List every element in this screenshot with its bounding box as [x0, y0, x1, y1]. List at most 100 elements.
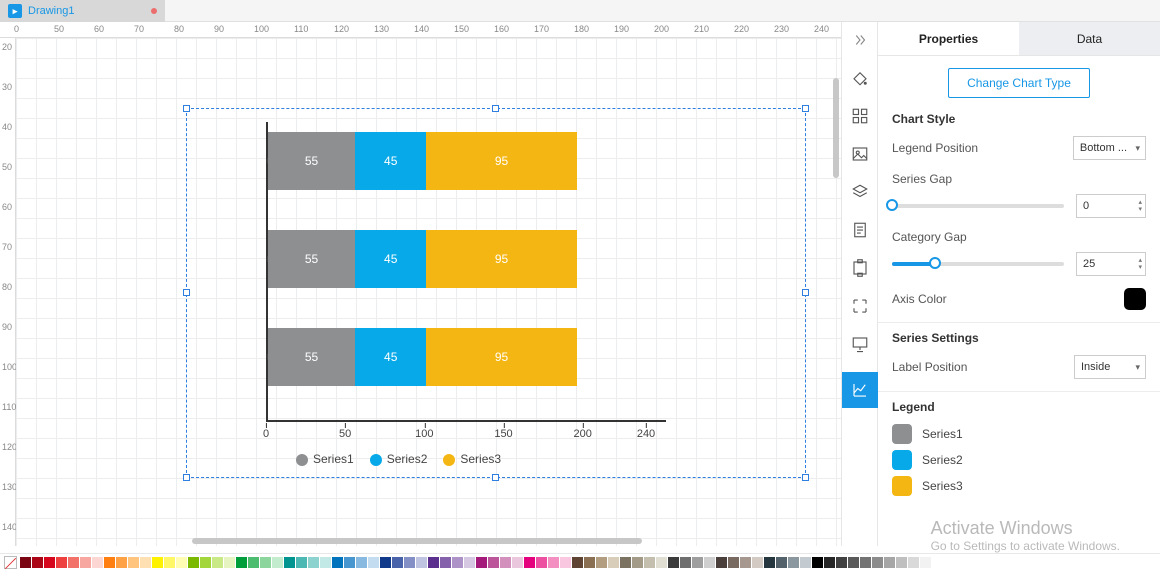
- palette-swatch[interactable]: [392, 557, 403, 568]
- canvas-grid[interactable]: Category3554595Category2554595Category15…: [16, 38, 841, 546]
- label-position-select[interactable]: Inside: [1074, 355, 1146, 379]
- palette-swatch[interactable]: [800, 557, 811, 568]
- palette-swatch[interactable]: [308, 557, 319, 568]
- palette-swatch[interactable]: [380, 557, 391, 568]
- category-gap-input[interactable]: 25: [1076, 252, 1146, 276]
- palette-swatch[interactable]: [896, 557, 907, 568]
- palette-swatch[interactable]: [848, 557, 859, 568]
- series-gap-input[interactable]: 0: [1076, 194, 1146, 218]
- palette-swatch[interactable]: [632, 557, 643, 568]
- palette-swatch[interactable]: [44, 557, 55, 568]
- resize-handle[interactable]: [802, 474, 809, 481]
- palette-swatch[interactable]: [656, 557, 667, 568]
- palette-swatch[interactable]: [188, 557, 199, 568]
- canvas-area[interactable]: 0506070809010011012013014015016017018019…: [0, 22, 842, 546]
- palette-swatch[interactable]: [248, 557, 259, 568]
- palette-swatch[interactable]: [440, 557, 451, 568]
- legend-series-item[interactable]: Series3: [892, 476, 1146, 496]
- palette-swatch[interactable]: [752, 557, 763, 568]
- palette-swatch[interactable]: [32, 557, 43, 568]
- palette-swatch[interactable]: [260, 557, 271, 568]
- palette-swatch[interactable]: [668, 557, 679, 568]
- horizontal-scrollbar[interactable]: [192, 538, 642, 544]
- palette-swatch[interactable]: [524, 557, 535, 568]
- palette-swatch[interactable]: [920, 557, 931, 568]
- palette-swatch[interactable]: [164, 557, 175, 568]
- palette-swatch[interactable]: [872, 557, 883, 568]
- palette-swatch[interactable]: [692, 557, 703, 568]
- palette-swatch[interactable]: [908, 557, 919, 568]
- palette-swatch[interactable]: [284, 557, 295, 568]
- legend-series-item[interactable]: Series1: [892, 424, 1146, 444]
- change-chart-type-button[interactable]: Change Chart Type: [948, 68, 1090, 98]
- palette-swatch[interactable]: [20, 557, 31, 568]
- focus-icon[interactable]: [850, 296, 870, 316]
- palette-swatch[interactable]: [344, 557, 355, 568]
- resize-handle[interactable]: [492, 474, 499, 481]
- palette-swatch[interactable]: [728, 557, 739, 568]
- resize-handle[interactable]: [183, 289, 190, 296]
- palette-swatch[interactable]: [884, 557, 895, 568]
- palette-swatch[interactable]: [716, 557, 727, 568]
- palette-swatch[interactable]: [224, 557, 235, 568]
- palette-swatch[interactable]: [836, 557, 847, 568]
- no-fill-swatch[interactable]: [4, 556, 17, 569]
- palette-swatch[interactable]: [560, 557, 571, 568]
- palette-swatch[interactable]: [92, 557, 103, 568]
- palette-swatch[interactable]: [500, 557, 511, 568]
- palette-swatch[interactable]: [704, 557, 715, 568]
- layers-icon[interactable]: [850, 182, 870, 202]
- palette-swatch[interactable]: [608, 557, 619, 568]
- palette-swatch[interactable]: [128, 557, 139, 568]
- palette-swatch[interactable]: [488, 557, 499, 568]
- resize-handle[interactable]: [802, 289, 809, 296]
- palette-swatch[interactable]: [152, 557, 163, 568]
- component-icon[interactable]: [850, 258, 870, 278]
- palette-swatch[interactable]: [464, 557, 475, 568]
- palette-swatch[interactable]: [452, 557, 463, 568]
- stacked-bar-chart[interactable]: Category3554595Category2554595Category15…: [266, 118, 736, 458]
- tab-data[interactable]: Data: [1019, 22, 1160, 55]
- palette-swatch[interactable]: [824, 557, 835, 568]
- palette-swatch[interactable]: [68, 557, 79, 568]
- document-tab[interactable]: ▸ Drawing1: [0, 0, 165, 22]
- vertical-scrollbar[interactable]: [833, 78, 839, 178]
- palette-swatch[interactable]: [80, 557, 91, 568]
- palette-swatch[interactable]: [596, 557, 607, 568]
- resize-handle[interactable]: [802, 105, 809, 112]
- palette-swatch[interactable]: [176, 557, 187, 568]
- tab-properties[interactable]: Properties: [878, 22, 1019, 55]
- palette-swatch[interactable]: [620, 557, 631, 568]
- palette-swatch[interactable]: [140, 557, 151, 568]
- palette-swatch[interactable]: [812, 557, 823, 568]
- palette-swatch[interactable]: [788, 557, 799, 568]
- resize-handle[interactable]: [183, 474, 190, 481]
- palette-swatch[interactable]: [764, 557, 775, 568]
- palette-swatch[interactable]: [428, 557, 439, 568]
- palette-swatch[interactable]: [776, 557, 787, 568]
- palette-swatch[interactable]: [536, 557, 547, 568]
- resize-handle[interactable]: [183, 105, 190, 112]
- legend-position-select[interactable]: Bottom ...: [1073, 136, 1146, 160]
- palette-swatch[interactable]: [512, 557, 523, 568]
- resize-handle[interactable]: [492, 105, 499, 112]
- palette-swatch[interactable]: [320, 557, 331, 568]
- axis-color-swatch[interactable]: [1124, 288, 1146, 310]
- legend-color-swatch[interactable]: [892, 424, 912, 444]
- palette-swatch[interactable]: [296, 557, 307, 568]
- palette-swatch[interactable]: [368, 557, 379, 568]
- palette-swatch[interactable]: [584, 557, 595, 568]
- palette-swatch[interactable]: [680, 557, 691, 568]
- palette-swatch[interactable]: [548, 557, 559, 568]
- legend-color-swatch[interactable]: [892, 476, 912, 496]
- palette-swatch[interactable]: [644, 557, 655, 568]
- grid-tool-icon[interactable]: [850, 106, 870, 126]
- presentation-icon[interactable]: [850, 334, 870, 354]
- palette-swatch[interactable]: [476, 557, 487, 568]
- palette-swatch[interactable]: [212, 557, 223, 568]
- fill-tool-icon[interactable]: [850, 68, 870, 88]
- palette-swatch[interactable]: [404, 557, 415, 568]
- category-gap-slider[interactable]: [892, 262, 1064, 266]
- palette-swatch[interactable]: [740, 557, 751, 568]
- palette-swatch[interactable]: [236, 557, 247, 568]
